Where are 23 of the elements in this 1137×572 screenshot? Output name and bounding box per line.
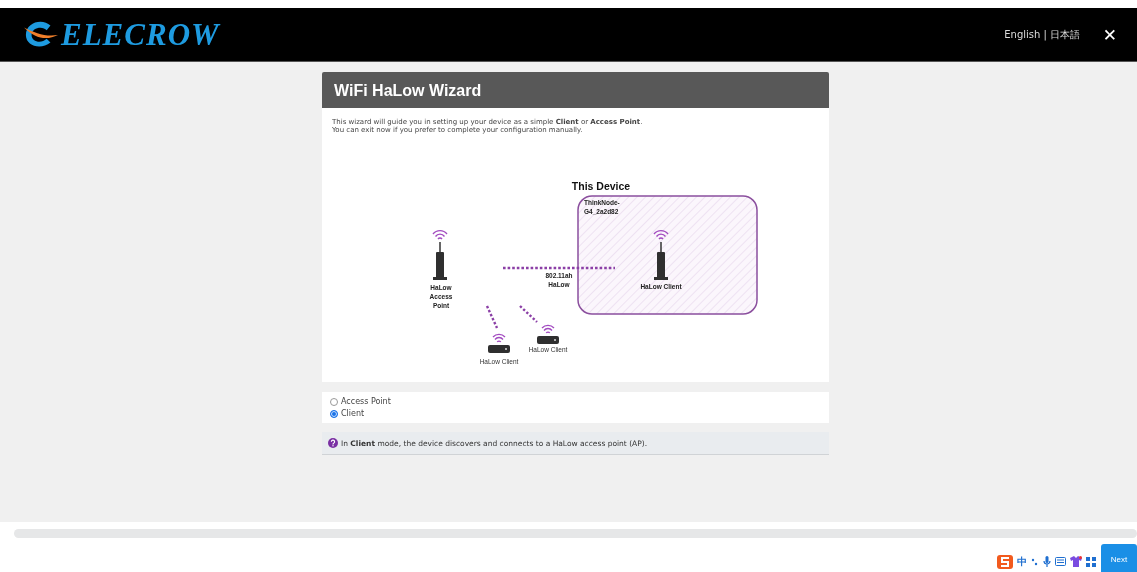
shirt-icon[interactable] — [1070, 556, 1082, 567]
ime-language[interactable]: 中 — [1017, 556, 1027, 567]
close-button[interactable]: ✕ — [1098, 24, 1121, 45]
language-link[interactable]: English — [1004, 29, 1041, 40]
punctuation-icon[interactable] — [1031, 556, 1039, 567]
router-drawing — [653, 229, 669, 280]
keyboard-icon[interactable] — [1055, 557, 1066, 566]
mode-radio[interactable]: Access Point — [330, 397, 821, 406]
help-icon — [328, 438, 338, 448]
link-line — [519, 305, 538, 323]
microphone-icon[interactable] — [1043, 555, 1051, 568]
wizard-title: WiFi HaLow Wizard — [322, 72, 829, 108]
mode-radio[interactable]: Client — [330, 409, 821, 418]
grid-icon[interactable] — [1086, 556, 1096, 567]
language-link[interactable]: 日本語 — [1049, 27, 1080, 42]
client-device-drawing — [537, 324, 559, 344]
logo-text: ELECROW — [61, 16, 220, 53]
ime-logo-icon[interactable] — [997, 554, 1013, 569]
router-drawing — [432, 229, 448, 280]
client-device-drawing — [488, 333, 510, 353]
link-line — [485, 305, 499, 329]
this-device-label: This Device — [571, 180, 631, 192]
separator: | — [1043, 29, 1047, 40]
